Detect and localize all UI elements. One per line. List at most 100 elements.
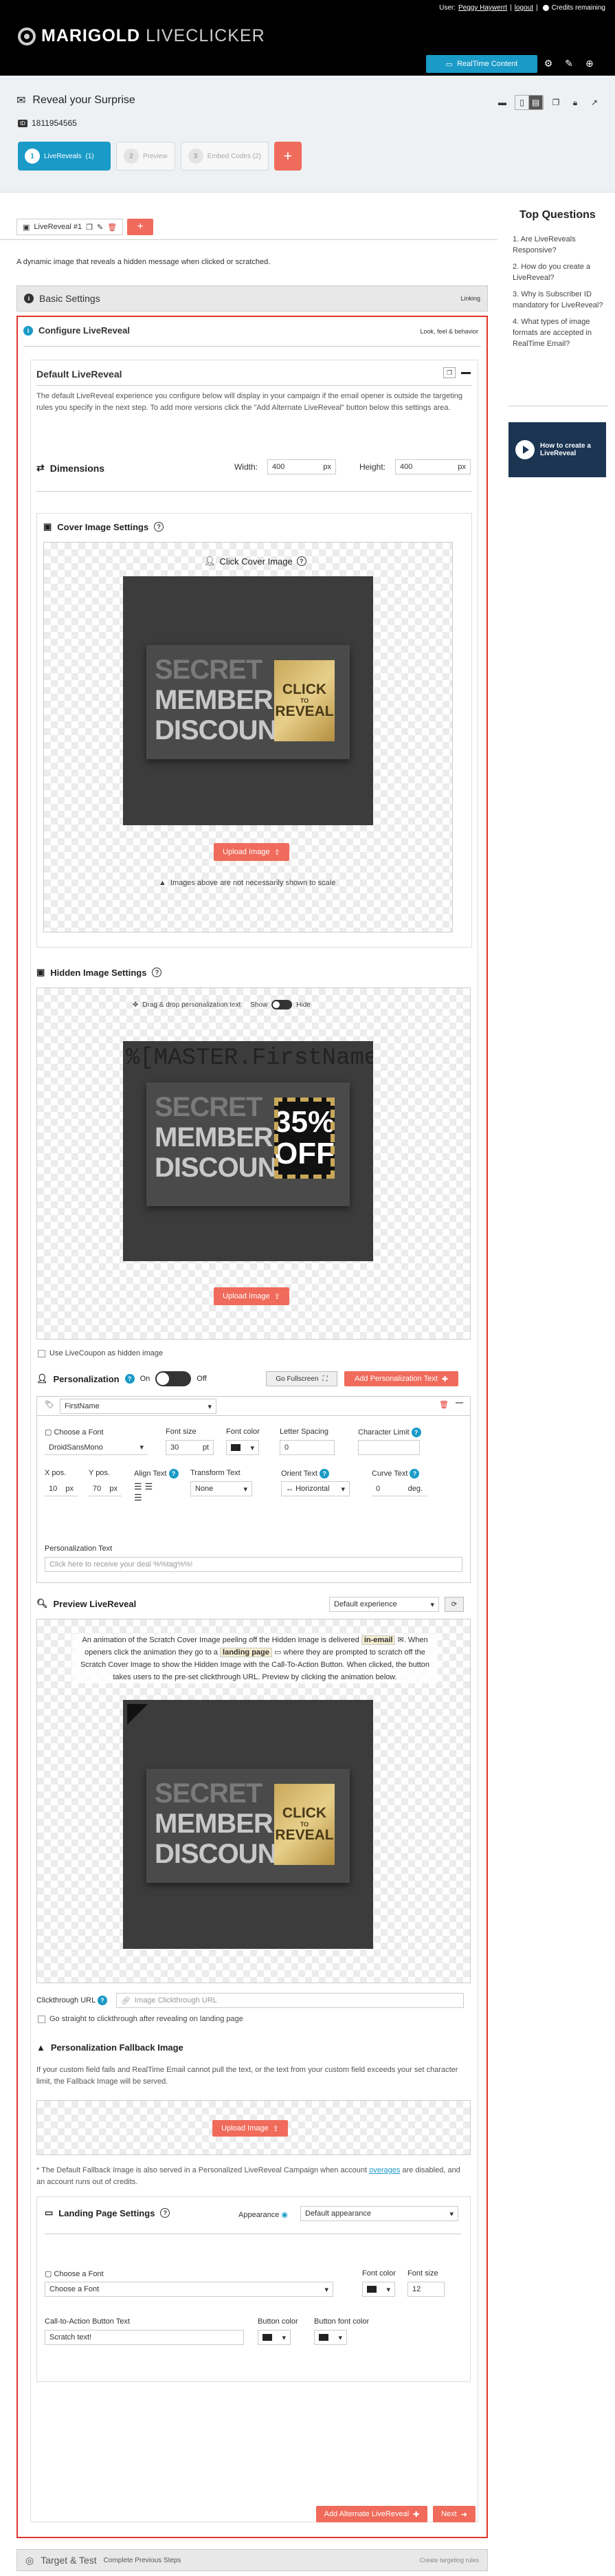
question-link[interactable]: 2. How do you create a LiveReveal?: [513, 261, 603, 283]
logout-link[interactable]: logout: [515, 4, 533, 12]
width-field[interactable]: 400 px: [267, 459, 336, 474]
cover-upload-button[interactable]: Upload Image ⇪: [214, 843, 289, 861]
image-icon: ▣: [43, 521, 52, 532]
edit-icon[interactable]: ✎: [97, 223, 103, 232]
cover-title: ▣ Cover Image Settings?: [43, 521, 164, 532]
personalization-title: 👤︎ Personalization? On Off: [36, 1371, 207, 1386]
fallback-upload-button[interactable]: Upload Image ⇪: [212, 2120, 288, 2137]
personalization-text-input[interactable]: Click here to receive your deal %%tag%%!: [45, 1557, 462, 1572]
fullscreen-button[interactable]: Go Fullscreen ⛶: [266, 1371, 337, 1386]
orient-select[interactable]: ↔ Horizontal ▾: [281, 1481, 350, 1496]
experience-select[interactable]: Default experience ▾: [329, 1597, 439, 1612]
add-alternate-livereveal-button[interactable]: Add Alternate LiveReveal ✚: [316, 2506, 427, 2522]
question-link[interactable]: 1. Are LiveReveals Responsive?: [513, 234, 603, 256]
clickthrough-input[interactable]: 🔗︎ Image Clickthrough URL: [116, 1993, 464, 2008]
refresh-button[interactable]: ⟳: [445, 1597, 464, 1612]
transform-select[interactable]: None ▾: [190, 1481, 252, 1496]
help-icon[interactable]: ?: [410, 1469, 420, 1478]
basic-settings-right: Linking: [460, 295, 480, 302]
chevron-down-icon: ▾: [386, 2285, 390, 2294]
help-icon[interactable]: ?: [154, 522, 164, 532]
user-name-link[interactable]: Peggy Haywerrt: [458, 4, 507, 12]
help-icon[interactable]: ?: [160, 2208, 170, 2218]
preview-animation[interactable]: SECRET MEMBER DISCOUNT CLICK TO REVEAL: [123, 1700, 373, 1949]
cta-text-input[interactable]: Scratch text!: [45, 2330, 244, 2345]
help-icon[interactable]: ?: [97, 1996, 107, 2005]
personalization-toggle[interactable]: [155, 1371, 192, 1386]
add-personalization-text-button[interactable]: Add Personalization Text ✚: [344, 1371, 458, 1386]
realtime-content-button[interactable]: ▭ RealTime Content: [426, 55, 537, 73]
configure-livereveal: i Configure LiveReveal Look, feel & behav…: [16, 316, 488, 2538]
chart-icon[interactable]: ▤: [529, 96, 543, 109]
help-icon[interactable]: ?: [152, 968, 162, 977]
font-color-picker[interactable]: ▾: [226, 1440, 259, 1455]
gear-icon[interactable]: ⚙: [543, 58, 554, 69]
step-preview[interactable]: 2 Preview: [116, 142, 175, 171]
livecoupon-checkbox[interactable]: [38, 1349, 45, 1357]
duplicate-icon[interactable]: ❐: [86, 223, 93, 232]
align-left-icon[interactable]: ☰: [134, 1481, 145, 1492]
livecoupon-option[interactable]: Use LiveCoupon as hidden image: [38, 1349, 163, 1357]
share-icon[interactable]: ↗: [588, 96, 601, 109]
clickthrough-option[interactable]: Go straight to clickthrough after reveal…: [38, 2015, 243, 2023]
landing-font-color[interactable]: ▾: [362, 2282, 395, 2297]
eye-icon[interactable]: ◉: [281, 2211, 288, 2219]
collapse-icon[interactable]: —: [456, 1399, 463, 1407]
copy-icon[interactable]: ❐: [549, 96, 563, 109]
button-color-picker[interactable]: ▾: [258, 2330, 291, 2345]
personalization-tag-overlay[interactable]: %[MASTER.FirstName]: [126, 1045, 373, 1071]
upload-icon: ⇪: [272, 2124, 279, 2133]
help-icon[interactable]: ?: [320, 1469, 330, 1478]
mobile-view-icon[interactable]: ▯: [515, 96, 529, 109]
align-buttons[interactable]: ☰☰ ☰: [134, 1481, 155, 1503]
add-tab-button[interactable]: +: [127, 219, 154, 235]
fallback-note: * The Default Fallback Image is also ser…: [36, 2166, 460, 2186]
target-test-bar[interactable]: ◎ Target & Test Complete Previous Steps …: [16, 2549, 488, 2571]
overages-link[interactable]: overages: [369, 2166, 400, 2174]
next-button[interactable]: Next ➜: [433, 2506, 476, 2522]
landing-font-select[interactable]: Choose a Font ▾: [45, 2282, 333, 2297]
align-center-icon[interactable]: ☰: [145, 1481, 156, 1492]
help-icon[interactable]: ?: [296, 556, 306, 566]
question-link[interactable]: 4. What types of image formats are accep…: [513, 316, 603, 349]
show-hide-toggle[interactable]: [271, 1000, 293, 1009]
curve-field[interactable]: 0 deg.: [372, 1481, 427, 1496]
step-embed-codes[interactable]: 3 Embed Codes (2): [180, 142, 269, 171]
step-livereveals[interactable]: 1 LiveReveals (1): [18, 142, 111, 171]
folder-icon[interactable]: ▬: [495, 96, 509, 109]
marigold-logo[interactable]: MARIGOLD LIVECLICKER: [18, 26, 265, 46]
add-step-button[interactable]: +: [273, 142, 302, 171]
height-field[interactable]: 400 px: [395, 459, 471, 474]
question-link[interactable]: 3. Why is Subscriber ID mandatory for Li…: [513, 289, 603, 311]
info-icon: i: [24, 294, 34, 303]
move-icon: ✥: [133, 1001, 139, 1009]
appearance-select[interactable]: Default appearance ▾: [300, 2206, 458, 2221]
how-to-video[interactable]: How to create a LiveReveal: [508, 422, 606, 477]
trash-icon[interactable]: 🗑︎: [107, 223, 117, 232]
x-position-field[interactable]: 10 px: [45, 1481, 78, 1496]
hidden-upload-button[interactable]: Upload Image ⇪: [214, 1287, 289, 1305]
button-font-color-picker[interactable]: ▾: [314, 2330, 347, 2345]
lock-icon[interactable]: 🔒︎: [568, 96, 582, 109]
letter-spacing-field[interactable]: 0: [280, 1440, 335, 1455]
clickthrough-checkbox[interactable]: [38, 2015, 45, 2023]
cart-icon[interactable]: ⊕: [584, 58, 595, 69]
trash-icon[interactable]: 🗑︎: [439, 1400, 449, 1409]
tag-icon: 🏷︎: [45, 1401, 54, 1409]
landing-font-size[interactable]: 12: [407, 2282, 445, 2297]
wrench-icon[interactable]: ✎: [563, 58, 574, 69]
copy-icon[interactable]: ❐: [443, 367, 456, 378]
help-icon[interactable]: ?: [168, 1469, 179, 1478]
y-position-field[interactable]: 70 px: [89, 1481, 122, 1496]
align-right-icon[interactable]: ☰: [134, 1492, 145, 1503]
font-select[interactable]: DroidSansMono ▾: [45, 1440, 148, 1455]
help-icon[interactable]: ?: [411, 1428, 421, 1437]
font-size-field[interactable]: 30 pt: [166, 1440, 214, 1455]
basic-settings-bar[interactable]: i Basic Settings Linking: [16, 285, 488, 312]
field-select[interactable]: FirstName ▾: [60, 1399, 216, 1414]
help-icon[interactable]: ?: [124, 1374, 135, 1384]
collapse-icon[interactable]: [461, 371, 471, 374]
hidden-image-preview: SECRET MEMBER DISCOUNT 35% OFF: [123, 1041, 373, 1261]
tab-livereveal-1[interactable]: ▣ LiveReveal #1 ❐ ✎ 🗑︎: [16, 219, 124, 235]
character-limit-field[interactable]: [358, 1440, 420, 1455]
